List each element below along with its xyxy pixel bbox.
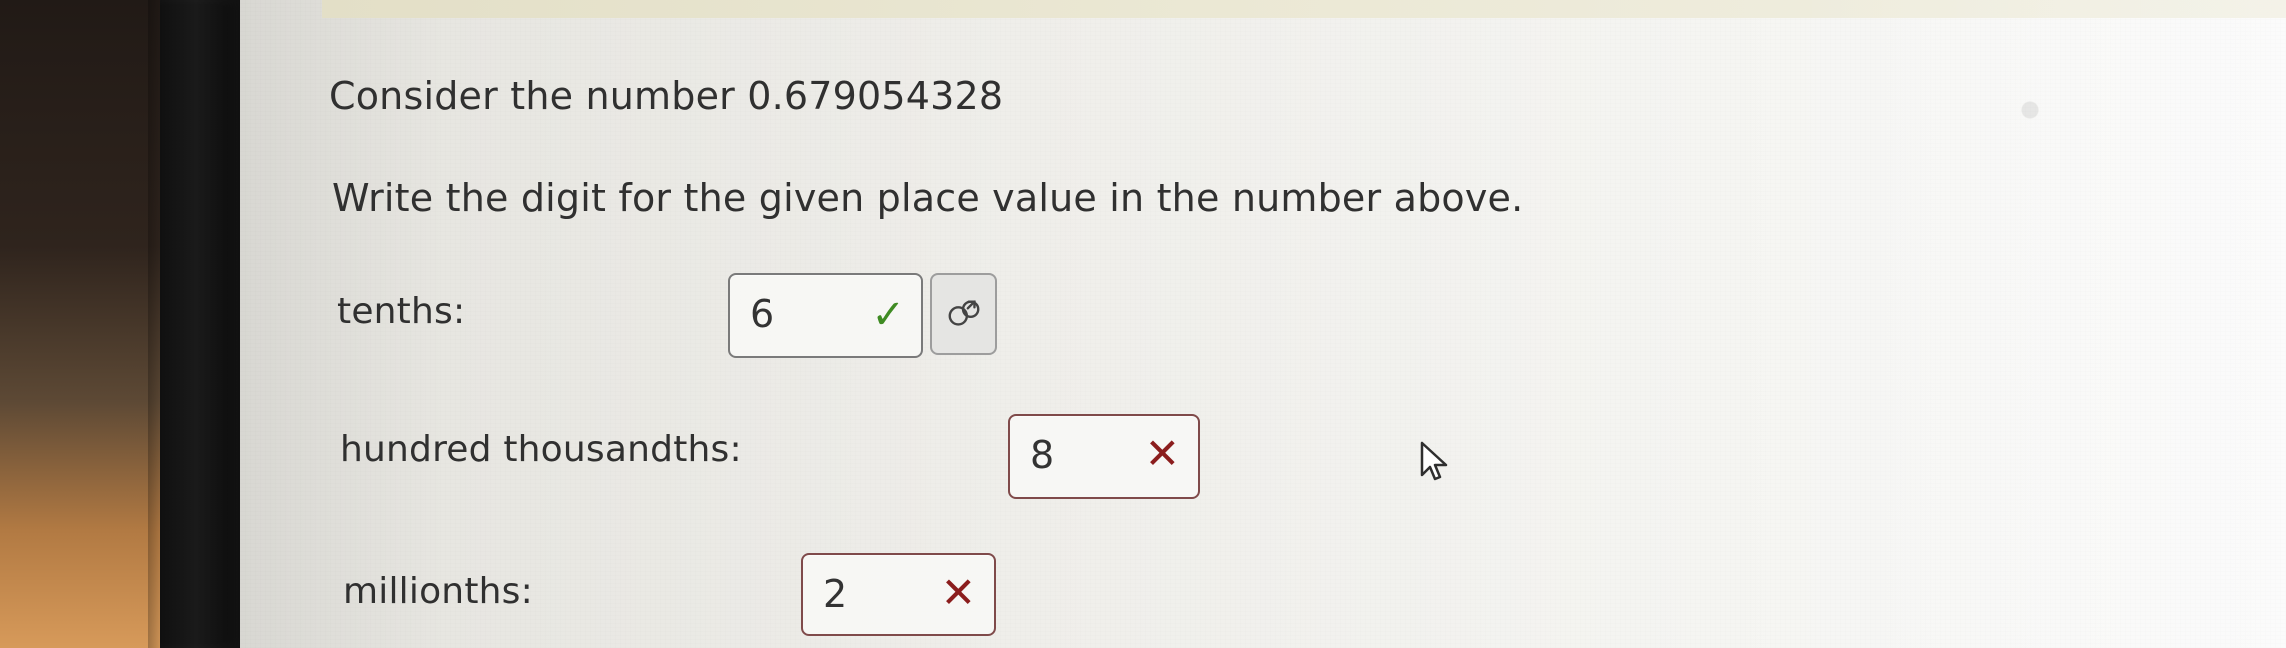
tenths-label: tenths: [337,291,466,332]
check-icon: ✓ [871,292,905,338]
millionths-label: millionths: [343,571,533,612]
question-content: Consider the number 0.679054328 Write th… [240,0,2286,648]
millionths-answer-value: 2 [823,572,848,616]
hint-icon [948,300,979,326]
x-icon: ✕ [1144,429,1180,478]
worksheet-screen: Consider the number 0.679054328 Write th… [240,0,2286,648]
hundred-thousandths-label: hundred thousandths: [340,429,742,470]
hundred-thousandths-answer-field[interactable]: 8 ✕ [1008,414,1200,499]
x-icon: ✕ [940,568,976,617]
tenths-answer-value: 6 [750,292,775,336]
mouse-pointer-icon [1420,441,1454,483]
question-prompt: Consider the number 0.679054328 [329,74,1004,118]
hundred-thousandths-answer-value: 8 [1030,433,1055,477]
monitor-bezel [160,0,240,648]
hint-button[interactable] [930,273,997,355]
millionths-answer-field[interactable]: 2 ✕ [801,553,996,636]
tenths-answer-field[interactable]: 6 ✓ [728,273,923,358]
photo-background-left [0,0,160,648]
question-instructions: Write the digit for the given place valu… [332,176,1524,220]
